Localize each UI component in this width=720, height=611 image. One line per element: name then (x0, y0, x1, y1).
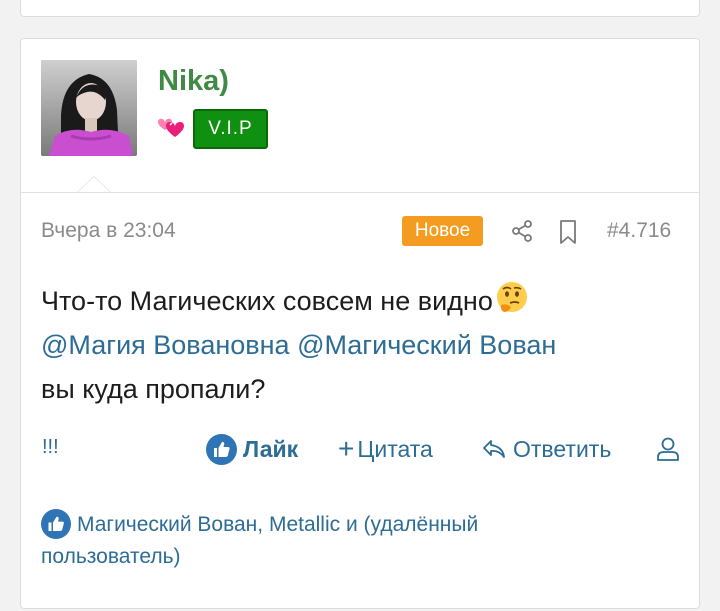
quote-label: Цитата (357, 435, 433, 462)
likes-summary[interactable]: Магический Вован, Metallic и (удалённый … (41, 509, 601, 573)
message-line: @Магия Вовановна @Магический Вован (41, 323, 691, 367)
bookmark-icon[interactable] (556, 219, 580, 245)
username[interactable]: Nika) (158, 65, 229, 98)
previous-post-card (20, 0, 700, 17)
mention-link[interactable]: @Магия Вовановна (41, 330, 290, 360)
thumbs-up-icon (206, 433, 237, 465)
report-link[interactable]: !!! (42, 436, 59, 459)
user-icon[interactable] (655, 436, 681, 462)
author-block: Nika) V.I.P (21, 39, 699, 193)
vip-badge: V.I.P (193, 109, 268, 149)
reply-button[interactable]: Ответить (481, 434, 611, 464)
post-card: Nika) V.I.P Вчера в 23:04 Новое #4.716 Ч… (20, 38, 700, 609)
reply-label: Ответить (513, 435, 612, 462)
post-actions: !!! Лайк + Цитата Ответить (21, 433, 699, 465)
mention-link[interactable]: @Магический Вован (297, 330, 556, 360)
divider (21, 192, 699, 193)
hearts-icon (158, 118, 184, 137)
message-line: вы куда пропали? (41, 374, 266, 404)
reply-icon (483, 440, 505, 458)
arrow-pointer (77, 176, 111, 192)
likes-names: Магический Вован, Metallic и (удалённый … (41, 513, 479, 568)
thumbs-up-icon (41, 509, 71, 539)
message-text: Что-то Магических совсем не видно (41, 286, 493, 316)
like-label: Лайк (243, 435, 299, 462)
like-button[interactable]: Лайк (206, 433, 299, 465)
thinking-face-icon (496, 282, 527, 312)
message-line: Что-то Магических совсем не видно (41, 279, 691, 323)
new-badge: Новое (402, 216, 483, 246)
post-number[interactable]: #4.716 (607, 219, 671, 243)
timestamp[interactable]: Вчера в 23:04 (41, 219, 176, 243)
post-meta: Вчера в 23:04 Новое #4.716 (21, 211, 699, 251)
share-icon[interactable] (510, 219, 534, 243)
quote-button[interactable]: + Цитата (338, 434, 433, 464)
plus-icon: + (338, 433, 355, 464)
post-message: Что-то Магических совсем не видно @Магия… (41, 279, 691, 411)
avatar-image (41, 60, 137, 156)
avatar[interactable] (41, 60, 137, 156)
